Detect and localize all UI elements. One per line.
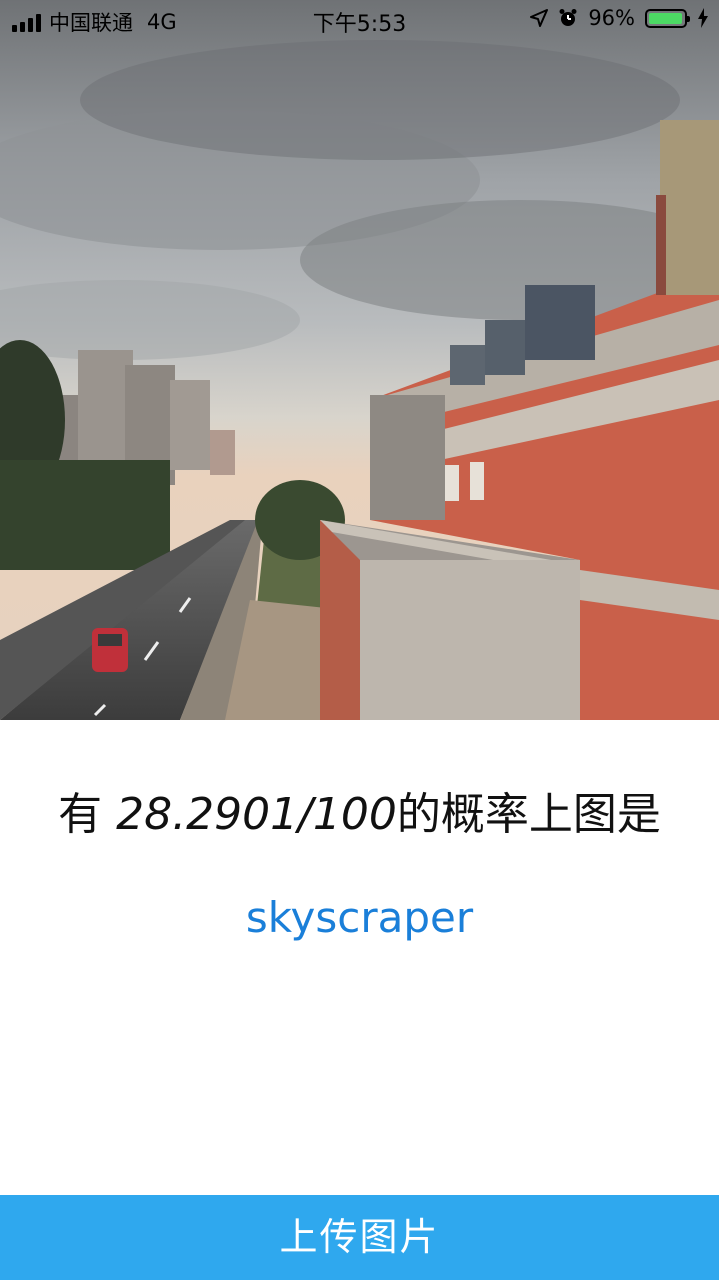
battery-percent: 96% (588, 6, 635, 30)
prediction-label: skyscraper (245, 893, 474, 942)
battery-cap (687, 15, 690, 22)
charging-bolt-icon (698, 8, 708, 28)
battery-level-fill (649, 12, 682, 24)
battery-icon (645, 8, 690, 28)
result-photo (0, 0, 719, 720)
prediction-sentence: 有 28.2901/100的概率上图是 (0, 778, 719, 842)
location-arrow-icon (530, 9, 549, 27)
status-bar: 中国联通 4G 下午5:53 96% (0, 0, 719, 40)
alarm-clock-icon (559, 9, 577, 26)
status-right: 96% (530, 6, 709, 30)
prediction-prefix: 有 (58, 789, 117, 840)
upload-image-button[interactable]: 上传图片 (0, 1195, 719, 1280)
prediction-probability: 28.2901/100 (116, 789, 397, 840)
prediction-suffix: 的概率上图是 (396, 789, 661, 840)
